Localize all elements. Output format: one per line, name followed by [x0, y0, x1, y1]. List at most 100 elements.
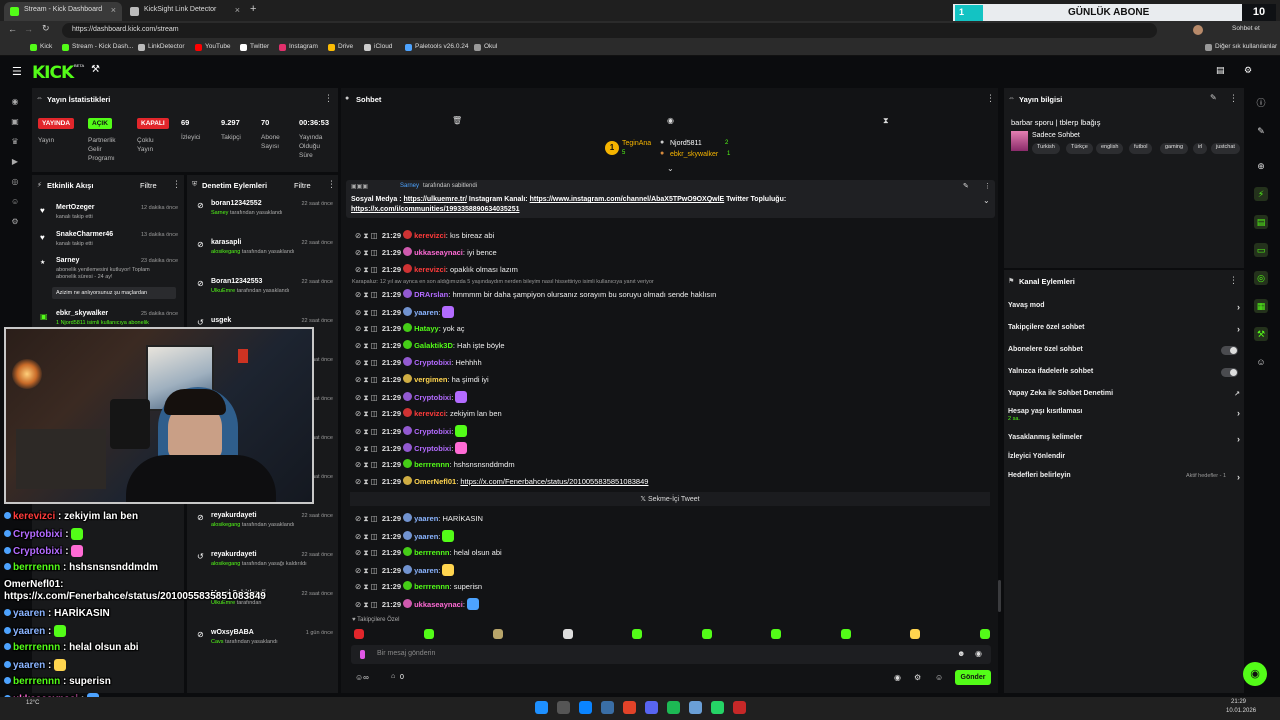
chat-message[interactable]: ⊘ ⧗ ◫ 21:29 Cryptobixi: [355, 391, 995, 407]
pinned-link[interactable]: https://x.com/i/communities/199335889063… [351, 206, 519, 213]
channel-action-2[interactable]: Takipçilere özel sohbet › [1008, 324, 1240, 338]
chat-message[interactable]: ⊘ ⧗ ◫ 21:29 berrrennn: hshsnsnsnddmdm [355, 459, 995, 475]
message-user[interactable]: Cryptobixi [414, 358, 451, 367]
message-user[interactable]: yaaren [414, 308, 438, 317]
channel-action-5[interactable]: Yapay Zeka ile Sohbet Denetimi ↗ [1008, 390, 1240, 404]
mod-tools-icon[interactable]: ⊘ ⧗ ◫ [355, 248, 378, 257]
chat-message[interactable]: ⊘ ⧗ ◫ 21:29 Cryptobixi: Hehhhh [355, 357, 995, 373]
gifter-name[interactable]: TeginAna [622, 140, 651, 147]
chat-scrollbar[interactable] [998, 580, 1001, 612]
mod-target[interactable]: usgek [211, 317, 231, 324]
layout-icon[interactable]: ▤ [1216, 65, 1225, 76]
users-icon[interactable]: ☺ [11, 198, 19, 206]
bookmark-linkdetector[interactable]: LinkDetector [138, 43, 185, 51]
channel-action-3[interactable]: Abonelere özel sohbet [1008, 346, 1240, 360]
category-tag[interactable]: irl [1193, 143, 1208, 154]
channel-action-8[interactable]: İzleyici Yönlendir [1008, 453, 1240, 467]
gear-icon[interactable]: ⚙ [914, 673, 921, 682]
quick-emote-icon[interactable] [771, 629, 781, 639]
emoji-icon[interactable]: ◉ [975, 649, 982, 658]
chat-message[interactable]: ⊘ ⧗ ◫ 21:29 vergimen: ha şimdi iyi [355, 374, 995, 390]
pinned-menu-icon[interactable]: ⋮ [984, 182, 991, 190]
emote-menu-icon[interactable]: ☻ [957, 649, 965, 658]
category-tag[interactable]: english [1096, 143, 1124, 154]
back-icon[interactable]: ← [8, 24, 17, 34]
target-icon[interactable]: ⊕ [1254, 159, 1268, 173]
mod-tools-icon[interactable]: ⊘ ⧗ ◫ [355, 308, 378, 317]
activity-user[interactable]: MertOzeger [56, 204, 95, 211]
pinned-by[interactable]: Sarney [400, 183, 419, 189]
pin-icon[interactable]: ⚒ [91, 64, 100, 75]
message-link[interactable]: https://x.com/Fenerbahce/status/20100558… [460, 477, 648, 486]
chat-icon[interactable]: ◉ [894, 673, 901, 682]
emote-icon[interactable] [442, 306, 455, 318]
trophy-icon[interactable]: ♛ [11, 138, 19, 146]
app-icon[interactable] [689, 701, 702, 714]
mod-tools-icon[interactable]: ⊘ ⧗ ◫ [355, 460, 378, 469]
chat-bubble-icon[interactable]: ◉ [667, 116, 674, 125]
message-user[interactable]: vergimen [414, 375, 447, 384]
calendar-icon[interactable]: ▦ [1254, 299, 1268, 313]
mod-target[interactable]: karasapli [211, 239, 241, 246]
trash-icon[interactable]: 🗑 [452, 116, 462, 125]
kick-logo[interactable]: KICK [32, 63, 74, 83]
app-icon[interactable] [623, 701, 636, 714]
mod-tools-icon[interactable]: ⊘ ⧗ ◫ [355, 427, 378, 436]
message-user[interactable]: Cryptobixi [414, 444, 451, 453]
chat-message[interactable]: ⊘ ⧗ ◫ 21:29 kerevizci: zekiyim lan ben [355, 408, 995, 424]
users-icon[interactable]: ☺∞ [355, 673, 369, 682]
users-icon[interactable]: ☺ [1254, 355, 1268, 369]
mod-by[interactable]: alosikegang [211, 561, 240, 567]
wrench-icon[interactable]: ⚒ [1254, 327, 1268, 341]
mod-tools-icon[interactable]: ⊘ ⧗ ◫ [355, 324, 378, 333]
emote-icon[interactable] [467, 598, 480, 610]
avatar[interactable] [1193, 25, 1203, 35]
info-icon[interactable]: ⓘ [1254, 96, 1268, 110]
emote-icon[interactable] [442, 564, 455, 576]
message-user[interactable]: kerevizci [414, 265, 446, 274]
gifter-name[interactable]: Njord5811 [670, 140, 702, 147]
bot-icon[interactable]: ☺ [935, 673, 943, 682]
pinned-link[interactable]: https://ulkuemre.tr/ [404, 196, 467, 203]
mod-tools-icon[interactable]: ⊘ ⧗ ◫ [355, 582, 378, 591]
chat-message[interactable]: ⊘ ⧗ ◫ 21:29 yaaren: [355, 530, 995, 546]
start-icon[interactable] [535, 701, 548, 714]
steam-icon[interactable] [601, 701, 614, 714]
spotify-icon[interactable] [667, 701, 680, 714]
message-user[interactable]: Galaktik3D [414, 341, 453, 350]
chat-message[interactable]: ⊘ ⧗ ◫ 21:29 Galaktik3D: Hah işte böyle [355, 340, 995, 356]
category-name[interactable]: Sadece Sohbet [1032, 132, 1080, 139]
mod-tools-icon[interactable]: ⊘ ⧗ ◫ [355, 548, 378, 557]
channel-action-1[interactable]: Yavaş mod › [1008, 302, 1240, 316]
message-user[interactable]: kerevizci [414, 409, 446, 418]
video-icon[interactable]: ▶ [11, 158, 19, 166]
edge-icon[interactable] [579, 701, 592, 714]
message-user[interactable]: Hatayy [414, 324, 439, 333]
mod-by[interactable]: Cavs [211, 639, 224, 645]
obs-icon[interactable] [733, 701, 746, 714]
category-tag[interactable]: futbol [1129, 143, 1153, 154]
channel-action-6[interactable]: Hesap yaşı kısıtlaması 2 sa. › [1008, 408, 1240, 422]
hourglass-icon[interactable]: ⧗ [883, 116, 889, 126]
tweet-embed-button[interactable]: 𝕏 Sekme-İçi Tweet [350, 492, 990, 506]
lightning-icon[interactable]: ⚡ [1254, 187, 1268, 201]
quick-emote-icon[interactable] [979, 629, 990, 639]
mod-by[interactable]: alosikegang [211, 522, 240, 528]
mod-target[interactable]: boran12342552 [211, 200, 262, 207]
message-user[interactable]: yaaren [414, 514, 438, 523]
settings-panel-icon[interactable]: ⚙ [1244, 65, 1252, 76]
chat-message[interactable]: ⊘ ⧗ ◫ 21:29 berrrennn: superisn [355, 581, 995, 597]
dashboard-icon[interactable]: ▣ [11, 118, 19, 126]
message-user[interactable]: Cryptobixi [414, 393, 451, 402]
emote-icon[interactable] [442, 530, 455, 542]
message-user[interactable]: ukkaseaynaci [414, 248, 463, 257]
chat-message[interactable]: ⊘ ⧗ ◫ 21:29 kerevizci: kıs bireaz abi [355, 230, 995, 246]
mod-target[interactable]: Boran12342553 [211, 278, 262, 285]
bell-icon[interactable]: ⌂ [391, 673, 395, 680]
chat-menu-icon[interactable]: ⋮ [986, 93, 995, 104]
stats-menu-icon[interactable]: ⋮ [324, 93, 333, 104]
message-user[interactable]: Cryptobixi [414, 427, 451, 436]
bookmark-twitter[interactable]: Twitter [240, 43, 269, 51]
mod-tools-icon[interactable]: ⊘ ⧗ ◫ [355, 231, 378, 240]
channel-action-9[interactable]: Hedefleri belirleyin Aktif hedefler - 1 › [1008, 472, 1240, 486]
